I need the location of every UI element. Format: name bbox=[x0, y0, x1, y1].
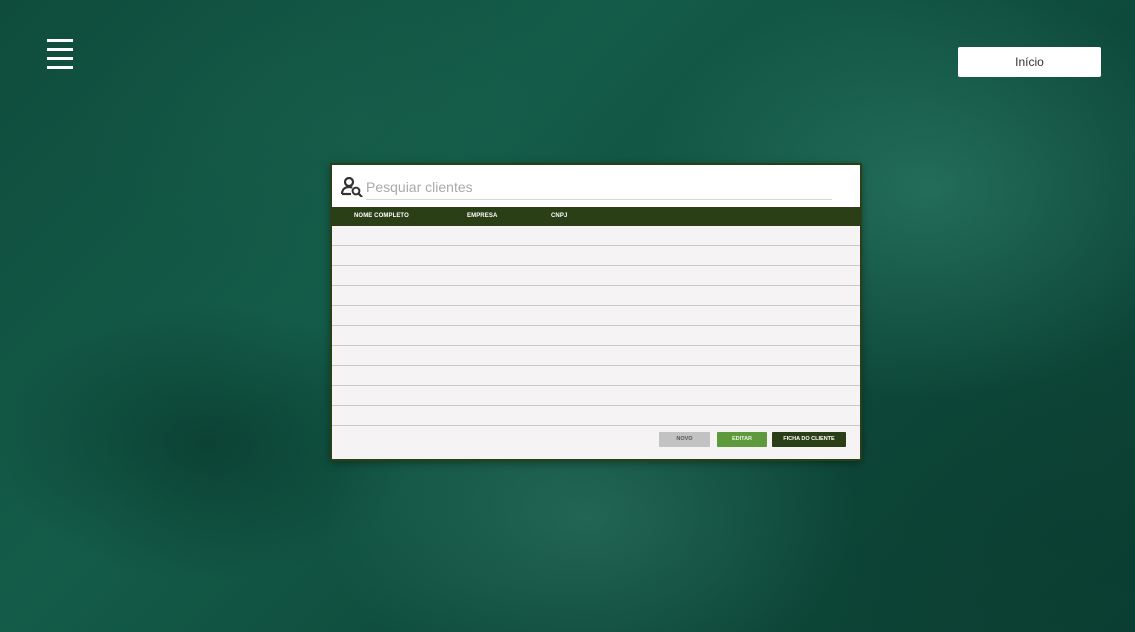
search-input[interactable] bbox=[366, 175, 832, 200]
table-row[interactable] bbox=[332, 346, 860, 366]
table-row[interactable] bbox=[332, 246, 860, 266]
table-row[interactable] bbox=[332, 226, 860, 246]
menu-line bbox=[47, 57, 73, 60]
clients-panel: NOME COMPLETO EMPRESA CNPJ NOVO EDITAR F… bbox=[330, 163, 862, 461]
table-body bbox=[332, 226, 860, 426]
menu-line bbox=[47, 66, 73, 69]
editar-button[interactable]: EDITAR bbox=[717, 432, 767, 447]
table-row[interactable] bbox=[332, 406, 860, 426]
ficha-do-cliente-button[interactable]: FICHA DO CLIENTE bbox=[772, 432, 846, 447]
column-header-empresa[interactable]: EMPRESA bbox=[467, 207, 497, 226]
table-row[interactable] bbox=[332, 286, 860, 306]
inicio-button[interactable]: Início bbox=[958, 47, 1101, 77]
table-header: NOME COMPLETO EMPRESA CNPJ bbox=[332, 207, 860, 226]
column-header-nome-completo[interactable]: NOME COMPLETO bbox=[354, 207, 409, 226]
column-header-cnpj[interactable]: CNPJ bbox=[551, 207, 567, 226]
novo-button[interactable]: NOVO bbox=[659, 432, 710, 447]
table-row[interactable] bbox=[332, 366, 860, 386]
hamburger-menu-icon[interactable] bbox=[47, 39, 73, 69]
table-row[interactable] bbox=[332, 386, 860, 406]
menu-line bbox=[47, 39, 73, 42]
user-search-icon bbox=[341, 177, 363, 197]
table-row[interactable] bbox=[332, 326, 860, 346]
search-bar bbox=[332, 165, 860, 207]
table-row[interactable] bbox=[332, 266, 860, 286]
table-row[interactable] bbox=[332, 306, 860, 326]
menu-line bbox=[47, 48, 73, 51]
